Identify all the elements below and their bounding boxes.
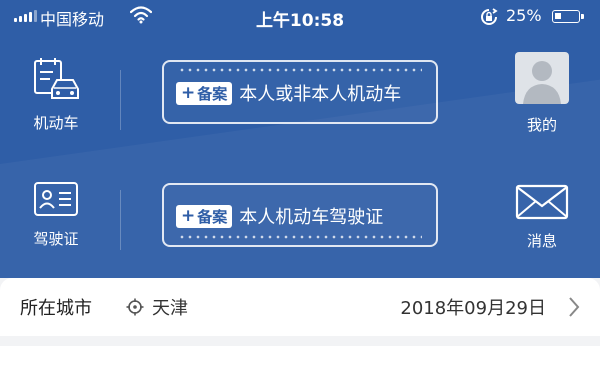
divider bbox=[120, 70, 121, 130]
city-row[interactable]: 所在城市 天津 2018年09月29日 bbox=[0, 278, 600, 336]
status-bar: 中国移动 上午10:58 25% bbox=[0, 0, 600, 34]
city-name[interactable]: 天津 bbox=[152, 294, 188, 320]
license-icon bbox=[34, 182, 78, 216]
city-label: 所在城市 bbox=[20, 298, 92, 319]
rotation-lock-icon bbox=[481, 8, 498, 25]
card-dots bbox=[178, 235, 422, 239]
register-badge: + 备案 bbox=[176, 204, 233, 228]
register-license-text: 本人机动车驾驶证 bbox=[239, 207, 384, 228]
vehicle-icon bbox=[34, 58, 79, 99]
date-text: 2018年09月29日 bbox=[400, 298, 546, 319]
header-panel: 中国移动 上午10:58 25% 机动车 + 备案 本人或非本人机动车 我的 驾… bbox=[0, 0, 600, 278]
register-license-card[interactable]: + 备案 本人机动车驾驶证 bbox=[162, 183, 438, 247]
content-area bbox=[0, 346, 600, 380]
badge-text: 备案 bbox=[197, 207, 228, 226]
battery-icon bbox=[552, 10, 584, 23]
chevron-right-icon[interactable] bbox=[568, 296, 580, 318]
divider bbox=[120, 190, 121, 250]
register-vehicle-card[interactable]: + 备案 本人或非本人机动车 bbox=[162, 60, 438, 124]
badge-text: 备案 bbox=[197, 84, 228, 103]
avatar-icon bbox=[523, 61, 561, 104]
license-button[interactable]: 驾驶证 bbox=[16, 180, 96, 249]
license-label: 驾驶证 bbox=[33, 230, 79, 248]
message-label: 消息 bbox=[526, 232, 557, 250]
avatar[interactable] bbox=[515, 52, 569, 104]
location-icon bbox=[126, 298, 144, 316]
register-badge: + 备案 bbox=[176, 81, 233, 105]
register-vehicle-text: 本人或非本人机动车 bbox=[239, 84, 402, 105]
vehicle-button[interactable]: 机动车 bbox=[16, 58, 96, 133]
battery-percent: 25% bbox=[506, 6, 542, 25]
card-dots bbox=[178, 68, 422, 72]
mail-icon bbox=[515, 184, 569, 220]
vehicle-label: 机动车 bbox=[33, 114, 79, 132]
message-button[interactable]: 消息 bbox=[502, 182, 582, 251]
mine-label: 我的 bbox=[526, 116, 557, 134]
battery-fill bbox=[555, 13, 561, 19]
